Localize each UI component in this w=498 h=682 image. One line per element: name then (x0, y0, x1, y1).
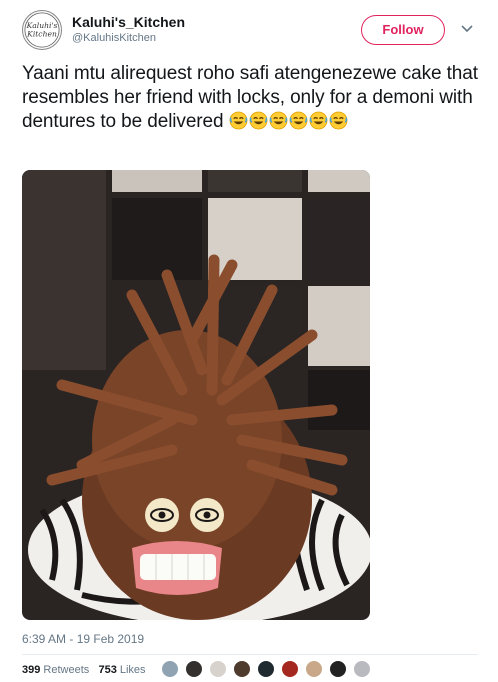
retweets-count[interactable]: 399 (22, 664, 40, 676)
retweets-label[interactable]: Retweets (43, 664, 89, 676)
tweet-stats: 399 Retweets 753 Likes (22, 664, 146, 676)
username-handle[interactable]: @KaluhisKitchen (72, 32, 156, 44)
liker-avatar[interactable] (232, 659, 252, 679)
tweet-header: Kaluhi's Kitchen Kaluhi's_Kitchen @Kaluh… (22, 10, 478, 52)
rolling-on-floor-laughing-emoji (229, 111, 248, 130)
liker-avatar[interactable] (208, 659, 228, 679)
liker-avatar[interactable] (304, 659, 324, 679)
rolling-on-floor-laughing-emoji (309, 111, 328, 130)
chevron-down-icon[interactable] (460, 22, 474, 36)
liker-avatar[interactable] (352, 659, 372, 679)
rolling-on-floor-laughing-emoji (329, 111, 348, 130)
divider (22, 654, 478, 655)
liker-avatar[interactable] (328, 659, 348, 679)
display-name[interactable]: Kaluhi's_Kitchen (72, 14, 185, 30)
rolling-on-floor-laughing-emoji (249, 111, 268, 130)
likes-count[interactable]: 753 (98, 664, 116, 676)
tweet-photo[interactable] (22, 170, 370, 620)
svg-text:Kitchen: Kitchen (26, 30, 57, 39)
liker-avatar[interactable] (256, 659, 276, 679)
liker-avatar[interactable] (280, 659, 300, 679)
rolling-on-floor-laughing-emoji (289, 111, 308, 130)
rolling-on-floor-laughing-emoji (269, 111, 288, 130)
tweet-timestamp[interactable]: 6:39 AM - 19 Feb 2019 (22, 632, 144, 646)
avatar[interactable]: Kaluhi's Kitchen (22, 10, 62, 50)
liker-avatar[interactable] (184, 659, 204, 679)
follow-button[interactable]: Follow (361, 15, 445, 45)
emoji-group (229, 111, 349, 132)
tweet-text: Yaani mtu alirequest roho safi atengenez… (22, 62, 482, 134)
likes-label[interactable]: Likes (120, 664, 146, 676)
liker-avatar[interactable] (160, 659, 180, 679)
